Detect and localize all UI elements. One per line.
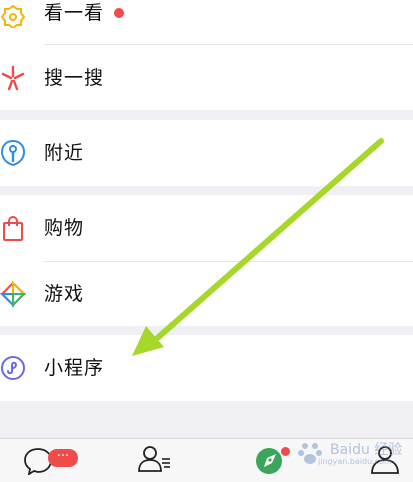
- watermark-text: Baidu 经验: [330, 442, 403, 458]
- tab-contacts[interactable]: [134, 439, 194, 482]
- mini-program-icon: [0, 353, 26, 383]
- new-content-dot: [114, 8, 124, 18]
- game-icon: [0, 279, 27, 309]
- menu-item-label: 游戏: [44, 283, 85, 305]
- discover-new-dot: [281, 447, 290, 456]
- discover-group-2: 附近: [0, 120, 413, 186]
- discover-group-4: 小程序: [0, 335, 413, 401]
- menu-item-kanyikan[interactable]: 看一看: [0, 0, 413, 46]
- discover-compass-icon: [256, 448, 282, 474]
- menu-item-label: 购物: [44, 217, 85, 239]
- contacts-icon: [138, 446, 170, 472]
- souyisou-icon: [0, 63, 26, 93]
- menu-item-label: 看一看: [44, 2, 105, 24]
- kanyikan-icon: [0, 0, 26, 30]
- unread-badge: ···: [48, 449, 78, 467]
- menu-item-shopping[interactable]: 购物: [0, 195, 413, 261]
- menu-item-nearby[interactable]: 附近: [0, 120, 413, 186]
- baidu-jingyan-watermark: Baidu 经验 jingyan.baidu.com: [292, 436, 412, 470]
- discover-group-1: 看一看 搜一搜: [0, 0, 413, 110]
- menu-item-souyisou[interactable]: 搜一搜: [0, 45, 413, 111]
- nearby-icon: [0, 138, 26, 168]
- menu-item-label: 附近: [44, 142, 85, 164]
- menu-item-mini-programs[interactable]: 小程序: [0, 335, 413, 401]
- watermark-url: jingyan.baidu.com: [318, 457, 392, 466]
- shopping-bag-icon: [0, 213, 26, 243]
- menu-item-games[interactable]: 游戏: [0, 261, 413, 327]
- menu-item-label: 小程序: [44, 357, 105, 379]
- menu-item-label: 搜一搜: [44, 67, 105, 89]
- discover-group-3: 购物 游戏: [0, 195, 413, 326]
